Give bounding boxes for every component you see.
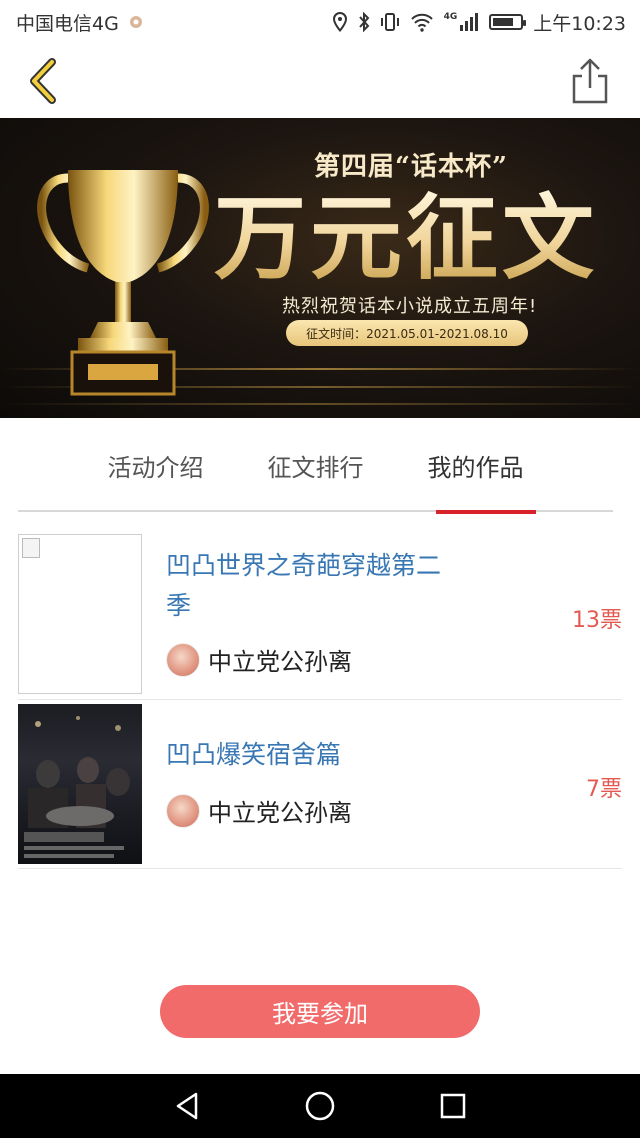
chevron-left-icon — [30, 58, 56, 104]
broken-image-icon — [22, 538, 40, 558]
status-time: 上午10:23 — [533, 12, 626, 35]
join-button[interactable]: 我要参加 — [160, 985, 480, 1038]
vibrate-icon — [380, 13, 399, 31]
tab-activity-intro[interactable]: 活动介绍 — [76, 418, 236, 512]
home-circle-icon — [305, 1091, 335, 1121]
signal-icon — [460, 13, 479, 31]
author-row: 中立党公孙离 — [166, 793, 352, 828]
list-item[interactable]: 凹凸爆笑宿舍篇 中立党公孙离 7票 — [18, 701, 622, 869]
system-nav-bar — [0, 1074, 640, 1138]
tab-contest-ranking[interactable]: 征文排行 — [236, 418, 396, 512]
back-button[interactable] — [22, 56, 66, 106]
author-row: 中立党公孙离 — [166, 642, 352, 677]
battery-icon — [489, 14, 527, 30]
contest-banner: 第四届“话本杯” 万元征文 热烈祝贺话本小说成立五周年! 征文时间：2021.0… — [0, 118, 640, 418]
banner-title-big: 万元征文 — [214, 184, 599, 292]
nav-home-button[interactable] — [300, 1086, 340, 1126]
work-cover-image — [18, 704, 142, 864]
network-badge: 4G — [443, 12, 458, 22]
tab-my-works[interactable]: 我的作品 — [396, 418, 556, 514]
author-name: 中立党公孙离 — [208, 648, 352, 676]
trophy-icon — [37, 170, 209, 396]
work-title[interactable]: 凹凸世界之奇葩穿越第二季 — [166, 546, 446, 626]
banner-title-small: 第四届“话本杯” — [314, 152, 508, 182]
location-icon — [332, 12, 347, 32]
work-title[interactable]: 凹凸爆笑宿舍篇 — [166, 735, 446, 775]
status-right: 4G 上午10:23 — [332, 9, 626, 36]
top-nav-header — [0, 44, 640, 118]
wifi-icon — [410, 13, 433, 32]
status-left: 中国电信4G — [16, 9, 145, 36]
author-name: 中立党公孙离 — [208, 799, 352, 827]
carrier-label: 中国电信4G — [16, 12, 119, 35]
back-triangle-icon — [176, 1092, 197, 1120]
banner-subtitle: 热烈祝贺话本小说成立五周年! — [282, 296, 538, 317]
battery-level-fill — [493, 18, 514, 26]
share-button[interactable] — [568, 56, 612, 106]
nav-recents-button[interactable] — [433, 1086, 473, 1126]
cover-photo — [24, 716, 130, 858]
avatar — [166, 642, 200, 677]
bluetooth-icon — [358, 12, 369, 32]
notification-icon — [129, 16, 142, 28]
vote-count: 13票 — [572, 608, 622, 633]
recents-square-icon — [441, 1093, 466, 1119]
share-icon — [572, 58, 608, 104]
list-item[interactable]: 凹凸世界之奇葩穿越第二季 中立党公孙离 13票 — [18, 530, 622, 700]
vote-count: 7票 — [586, 777, 622, 802]
avatar — [166, 793, 200, 828]
status-bar: 中国电信4G 4G 上午10:23 — [0, 0, 640, 44]
work-cover-image — [18, 534, 142, 694]
tab-bar: 活动介绍 征文排行 我的作品 — [18, 418, 613, 514]
nav-back-button[interactable] — [167, 1086, 207, 1126]
banner-date-badge: 征文时间：2021.05.01-2021.08.10 — [286, 320, 528, 346]
